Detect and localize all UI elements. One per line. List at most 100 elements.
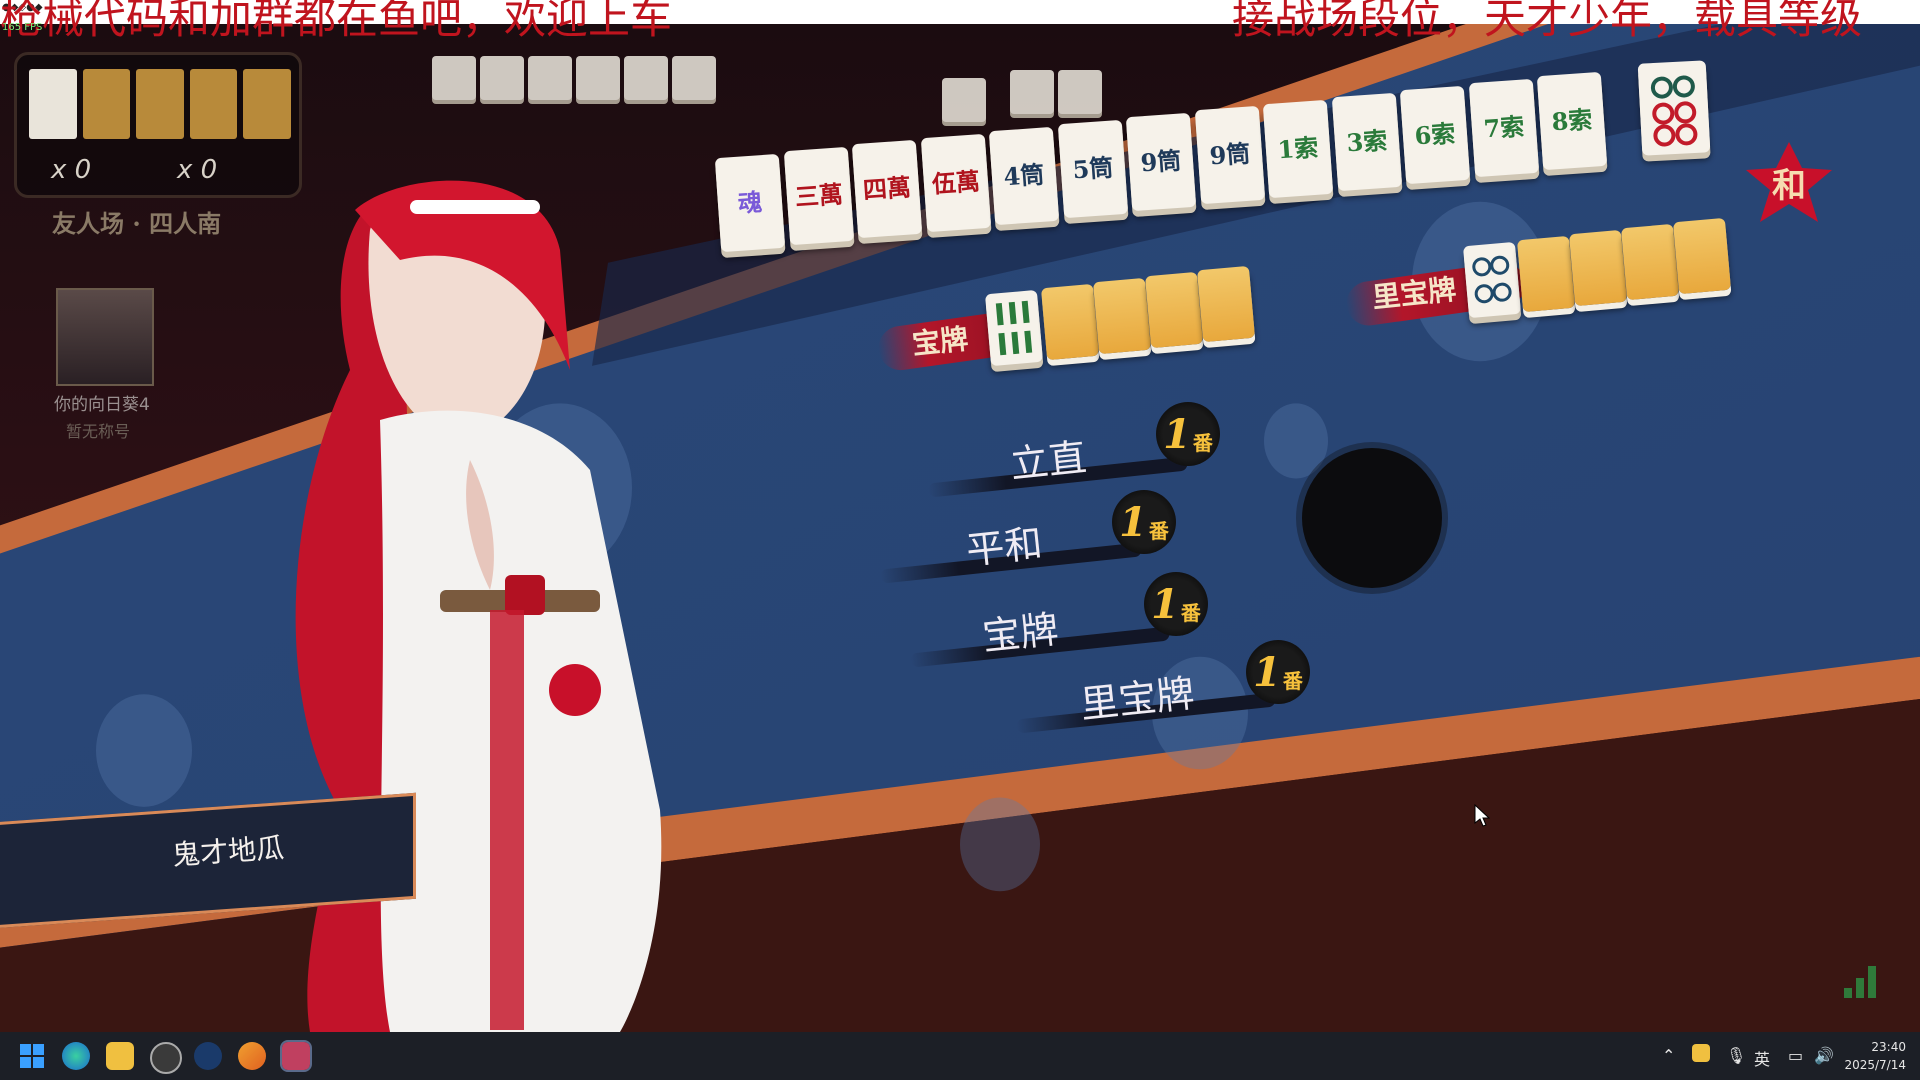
han-number: 1 bbox=[1151, 580, 1179, 628]
hand-tile: 9筒 bbox=[1125, 113, 1197, 212]
yaku-han-badge: 1番 bbox=[1156, 402, 1220, 466]
yaku-name: 宝牌 bbox=[980, 607, 1061, 659]
hand-tile: 6索 bbox=[1399, 85, 1471, 185]
signal-strength-icon bbox=[1844, 966, 1876, 998]
hand-tile-face: 3索 bbox=[1345, 125, 1388, 158]
score-tile-back bbox=[189, 69, 238, 139]
app-orange-icon[interactable] bbox=[238, 1042, 266, 1070]
yaku-name: 立直 bbox=[1008, 435, 1089, 487]
hand-tile-face: 魂 bbox=[736, 187, 763, 218]
hand-tile-face: 6索 bbox=[1413, 118, 1457, 151]
hand-tile: 5筒 bbox=[1057, 119, 1128, 219]
hand-tile-face: 9筒 bbox=[1139, 145, 1183, 178]
yaku-han-badge: 1番 bbox=[1246, 640, 1310, 704]
hand-tile: 7索 bbox=[1468, 79, 1539, 178]
opponent-meld-tile bbox=[942, 78, 986, 122]
yaku-name: 平和 bbox=[964, 521, 1045, 573]
han-unit: 番 bbox=[1192, 430, 1213, 455]
volume-icon[interactable]: 🔊 bbox=[1814, 1046, 1834, 1065]
ime-indicator[interactable]: 英 bbox=[1754, 1046, 1770, 1070]
hand-tile-face: 9筒 bbox=[1208, 139, 1251, 171]
dora-hidden-tile bbox=[1092, 277, 1152, 355]
tile-sou-8 bbox=[995, 300, 1033, 356]
stream-banner-right: 接战场段位，天才少年，载具等级 bbox=[1232, 0, 1863, 43]
dora-hidden-tile bbox=[1144, 271, 1204, 349]
tray-chevron-up-icon[interactable]: ⌃ bbox=[1662, 1046, 1675, 1065]
hand-tile-face: 8索 bbox=[1550, 105, 1594, 137]
hand-tile-face: 4筒 bbox=[1002, 159, 1046, 192]
steam-icon[interactable] bbox=[194, 1042, 222, 1070]
player-title: 暂无称号 bbox=[66, 422, 131, 441]
riichi-stick-counter: x 0 bbox=[51, 155, 92, 185]
ura-dora-hidden-tile bbox=[1672, 217, 1732, 295]
score-tile-back bbox=[82, 69, 131, 139]
character-name: 鬼才地瓜 bbox=[171, 831, 286, 872]
yaku-han-badge: 1番 bbox=[1144, 572, 1208, 636]
hand-tile: 四萬 bbox=[851, 140, 923, 239]
mahjong-soul-icon[interactable] bbox=[280, 1040, 312, 1072]
tray-owl-icon[interactable] bbox=[1692, 1044, 1710, 1062]
network-icon[interactable]: ▭ bbox=[1788, 1046, 1803, 1065]
system-clock[interactable]: 23:40 2025/7/14 bbox=[1844, 1038, 1906, 1074]
hand-tile: 9筒 bbox=[1194, 106, 1265, 205]
hand-tile: 1索 bbox=[1262, 99, 1334, 198]
win-badge: 和 bbox=[1744, 140, 1834, 230]
score-tile bbox=[29, 69, 77, 139]
hand-tile: 3索 bbox=[1331, 92, 1402, 191]
opponent-meld-tile bbox=[432, 56, 476, 100]
winning-tile bbox=[1637, 60, 1711, 156]
hand-tile-face: 5筒 bbox=[1071, 152, 1114, 185]
opponent-meld-tile bbox=[480, 56, 524, 100]
hand-tile: 魂 bbox=[714, 153, 786, 253]
han-unit: 番 bbox=[1180, 600, 1201, 625]
han-number: 1 bbox=[1253, 648, 1281, 696]
hand-tile-face: 四萬 bbox=[862, 172, 912, 206]
win-badge-text: 和 bbox=[1772, 166, 1806, 206]
ura-dora-hidden-tile bbox=[1620, 223, 1680, 301]
hand-tile: 伍萬 bbox=[920, 133, 991, 232]
microphone-icon[interactable]: 🎙 bbox=[1726, 1046, 1746, 1065]
ura-dora-hidden-tile bbox=[1516, 235, 1576, 313]
yaku-han-badge: 1番 bbox=[1112, 490, 1176, 554]
windows-taskbar: ⌃ 🎙 英 ▭ 🔊 23:40 2025/7/14 bbox=[0, 1032, 1920, 1080]
han-unit: 番 bbox=[1148, 518, 1169, 543]
dora-hidden-tile bbox=[1040, 283, 1100, 361]
ura-dora-hidden-tile bbox=[1568, 229, 1628, 307]
mouse-cursor-icon bbox=[1474, 804, 1490, 827]
opponent-meld-tile bbox=[576, 56, 620, 100]
han-number: 1 bbox=[1163, 410, 1191, 458]
score-tile-back bbox=[243, 69, 291, 139]
opponent-meld-tile bbox=[672, 56, 716, 100]
app-owl-icon[interactable] bbox=[106, 1042, 134, 1070]
fps-counter: 165 FPS bbox=[2, 22, 43, 33]
opponent-meld-tile bbox=[624, 56, 668, 100]
opponent-meld-tile bbox=[528, 56, 572, 100]
scoreboard-tiles bbox=[29, 69, 291, 139]
total-score-ink-circle bbox=[1302, 448, 1442, 588]
score-tile-back bbox=[136, 69, 184, 139]
ura-dora-indicator-tile bbox=[1462, 241, 1522, 319]
obs-icon[interactable] bbox=[150, 1042, 182, 1074]
hand-tile-face: 伍萬 bbox=[930, 165, 981, 199]
han-unit: 番 bbox=[1282, 668, 1303, 693]
hand-tile-face: 7索 bbox=[1482, 111, 1525, 144]
dora-hidden-tile bbox=[1196, 265, 1256, 343]
clock-time: 23:40 bbox=[1871, 1040, 1906, 1054]
han-number: 1 bbox=[1119, 498, 1147, 546]
windows-start-icon[interactable] bbox=[18, 1042, 46, 1070]
hand-tile-face: 三萬 bbox=[793, 179, 844, 212]
clock-date: 2025/7/14 bbox=[1844, 1058, 1906, 1072]
player-name: 你的向日葵4 bbox=[54, 395, 150, 415]
tile-pin-6 bbox=[1650, 75, 1698, 147]
opponent-meld-tile bbox=[1010, 70, 1054, 114]
hand-tile: 8索 bbox=[1536, 72, 1608, 171]
stream-banner-left: 枪械代码和加群都在鱼吧，欢迎上车 bbox=[0, 0, 673, 43]
edge-browser-icon[interactable] bbox=[62, 1042, 90, 1070]
hand-tile-face: 1索 bbox=[1276, 132, 1320, 164]
dora-indicator-tile bbox=[984, 289, 1044, 367]
hand-tile: 4筒 bbox=[988, 126, 1060, 225]
dora-label: 宝牌 bbox=[910, 322, 970, 361]
opponent-meld-tile bbox=[1058, 70, 1102, 114]
tile-pin-4 bbox=[1472, 255, 1512, 304]
hand-tile: 三萬 bbox=[783, 147, 854, 246]
